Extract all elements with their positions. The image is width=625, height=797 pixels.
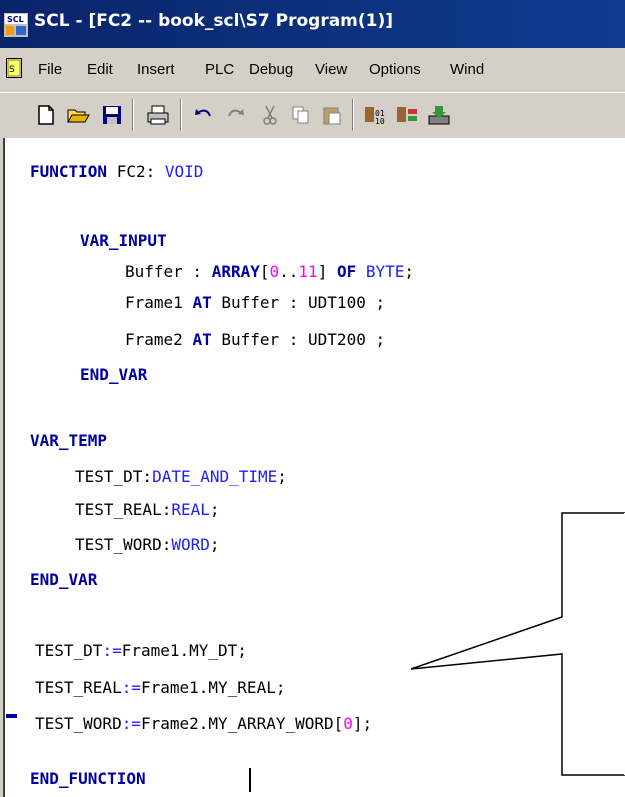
menu-window[interactable]: Wind — [450, 61, 484, 78]
code-line: VAR_TEMP — [30, 431, 108, 450]
code-line: FUNCTION FC2: VOID — [30, 162, 204, 181]
download-icon[interactable] — [425, 101, 453, 129]
toolbar: 01 10 — [0, 92, 625, 140]
save-icon[interactable] — [98, 101, 126, 129]
menu-insert[interactable]: Insert — [137, 61, 175, 78]
code-line: VAR_INPUT — [80, 231, 167, 250]
svg-text:SCL: SCL — [7, 15, 24, 24]
undo-icon[interactable] — [190, 101, 218, 129]
menu-bar: S File Edit Insert PLC Debug View Option… — [0, 48, 625, 93]
redo-icon[interactable] — [221, 101, 249, 129]
toolbar-separator — [180, 99, 182, 131]
code-line: Buffer : ARRAY[0..11] OF BYTE; — [125, 262, 415, 281]
code-line: TEST_WORD:WORD; — [75, 535, 220, 554]
document-icon[interactable]: S — [6, 58, 22, 78]
code-line: END_FUNCTION — [30, 769, 146, 788]
menu-options[interactable]: Options — [369, 61, 421, 78]
toolbar-separator — [132, 99, 134, 131]
scl-editor-window: SCL SCL - [FC2 -- book_scl\S7 Program(1)… — [0, 0, 625, 797]
code-line: TEST_WORD:=Frame2.MY_ARRAY_WORD[0]; — [35, 714, 373, 733]
compile-all-icon[interactable] — [394, 101, 422, 129]
title-bar[interactable]: SCL SCL - [FC2 -- book_scl\S7 Program(1)… — [0, 0, 625, 48]
copy-icon[interactable] — [287, 101, 315, 129]
cut-icon[interactable] — [256, 101, 284, 129]
print-icon[interactable] — [144, 101, 172, 129]
code-line: TEST_DT:DATE_AND_TIME; — [75, 467, 287, 486]
code-line: END_VAR — [80, 365, 148, 384]
current-line-marker — [6, 714, 17, 718]
code-line: Frame2 AT Buffer : UDT200 ; — [125, 330, 386, 349]
menu-view[interactable]: View — [315, 61, 347, 78]
text-cursor — [249, 768, 251, 792]
toolbar-separator — [352, 99, 354, 131]
code-line: Frame1 AT Buffer : UDT100 ; — [125, 293, 386, 312]
window-title: SCL - [FC2 -- book_scl\S7 Program(1)] — [34, 11, 394, 31]
paste-icon[interactable] — [318, 101, 346, 129]
svg-text:10: 10 — [375, 117, 385, 126]
code-line: END_VAR — [30, 570, 98, 589]
code-line: TEST_DT:=Frame1.MY_DT; — [35, 641, 247, 660]
menu-plc[interactable]: PLC — [205, 61, 234, 78]
new-icon[interactable] — [32, 101, 60, 129]
compile-icon[interactable]: 01 10 — [362, 101, 390, 129]
open-icon[interactable] — [64, 101, 92, 129]
menu-edit[interactable]: Edit — [87, 61, 113, 78]
code-editor[interactable]: FUNCTION FC2: VOID VAR_INPUT Buffer : AR… — [5, 138, 625, 797]
menu-file[interactable]: File — [38, 61, 62, 78]
code-line: TEST_REAL:REAL; — [75, 500, 220, 519]
menu-debug[interactable]: Debug — [249, 61, 293, 78]
scl-app-icon: SCL — [4, 13, 28, 37]
code-line: TEST_REAL:=Frame1.MY_REAL; — [35, 678, 286, 697]
svg-text:S: S — [9, 65, 15, 75]
